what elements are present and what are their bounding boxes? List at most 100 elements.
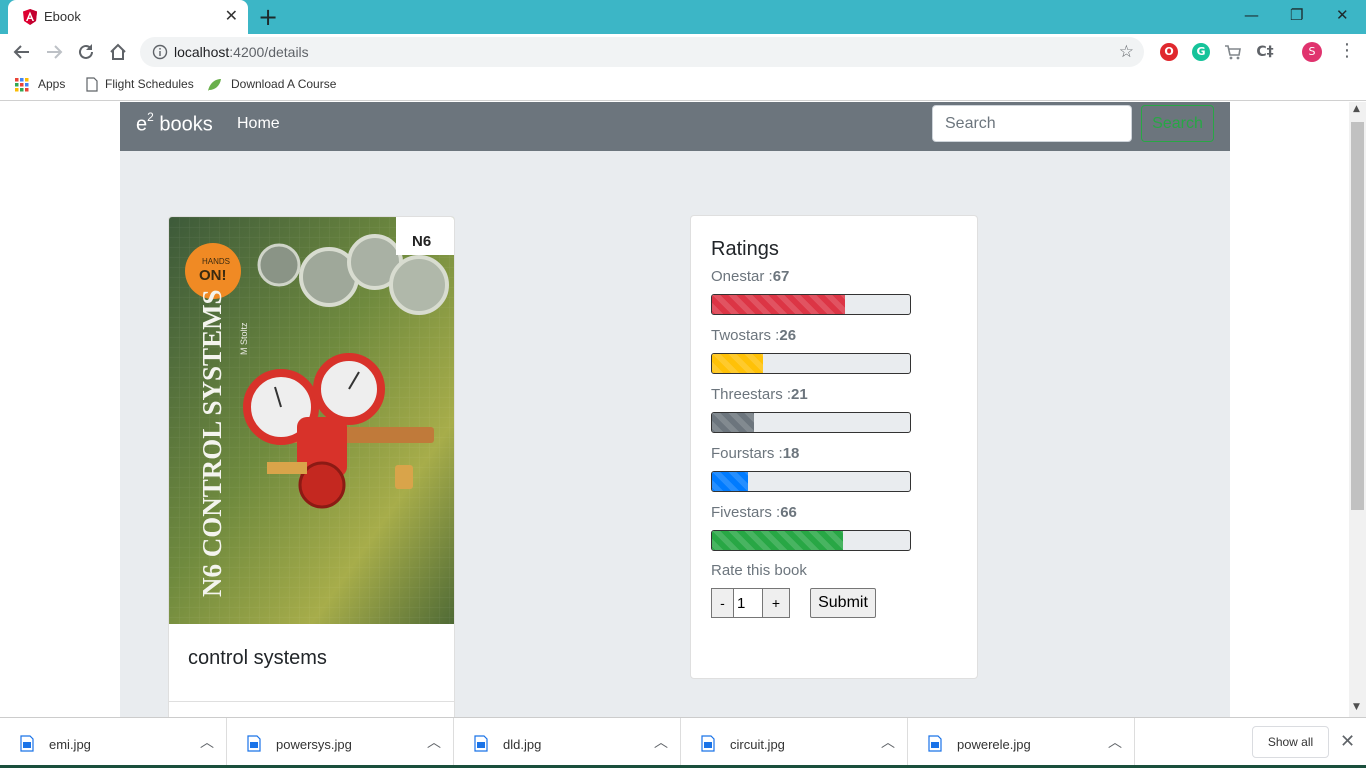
download-filename: circuit.jpg bbox=[730, 737, 785, 752]
bookmark-star-icon[interactable]: ☆ bbox=[1119, 42, 1134, 62]
tab-close-icon[interactable]: ✕ bbox=[225, 7, 238, 25]
scroll-up-arrow-icon[interactable]: ▲ bbox=[1353, 104, 1360, 114]
window-close-button[interactable]: ✕ bbox=[1336, 6, 1349, 24]
details-content: N6 HANDS ON! N6 CONTROL SYSTEMS M Stoltz… bbox=[120, 151, 1230, 717]
rating-row-fourstars: Fourstars :18 bbox=[711, 445, 911, 492]
opera-extension-icon[interactable]: O bbox=[1160, 43, 1178, 61]
brand-superscript: 2 bbox=[147, 110, 154, 124]
rating-name-fourstars: Fourstars : bbox=[711, 445, 783, 462]
chevron-up-icon[interactable]: ︿ bbox=[1108, 732, 1122, 752]
home-icon[interactable] bbox=[108, 42, 128, 62]
rating-input[interactable] bbox=[733, 588, 763, 618]
increment-button[interactable]: + bbox=[762, 588, 790, 618]
cover-author-text: M Stoltz bbox=[239, 322, 249, 355]
leaf-icon bbox=[208, 79, 221, 91]
book-cover-image: N6 HANDS ON! N6 CONTROL SYSTEMS M Stoltz bbox=[169, 217, 454, 624]
rating-value-threestars: 21 bbox=[791, 386, 808, 403]
minimize-button[interactable]: — bbox=[1244, 6, 1259, 24]
decrement-button[interactable]: - bbox=[711, 588, 734, 618]
download-item[interactable]: dld.jpg ︿ bbox=[454, 718, 681, 768]
image-file-icon bbox=[701, 735, 715, 752]
code-extension-icon[interactable]: C‡ bbox=[1256, 43, 1274, 61]
progress-fill-onestar bbox=[712, 295, 845, 314]
cover-badge-bottom: ON! bbox=[199, 267, 227, 284]
page-viewport: e2 books Home Search Search N6 HANDS ON!… bbox=[0, 102, 1349, 717]
brand-prefix: e bbox=[136, 113, 148, 136]
browser-titlebar: Ebook ✕ + — ❐ ✕ bbox=[0, 0, 1366, 34]
rating-value-onestar: 67 bbox=[772, 268, 790, 285]
page-scrollbar[interactable]: ▲ ▼ bbox=[1349, 102, 1366, 717]
profile-avatar[interactable]: S bbox=[1302, 42, 1322, 62]
download-item[interactable]: powerele.jpg ︿ bbox=[908, 718, 1135, 768]
brand-suffix: books bbox=[159, 113, 213, 136]
chevron-up-icon[interactable]: ︿ bbox=[427, 732, 441, 752]
tab-title: Ebook bbox=[44, 9, 81, 24]
restore-button[interactable]: ❐ bbox=[1290, 6, 1303, 24]
browser-tab[interactable]: Ebook ✕ bbox=[8, 0, 248, 34]
submit-button[interactable]: Submit bbox=[810, 588, 876, 618]
close-icon[interactable]: ✕ bbox=[1340, 731, 1355, 752]
reload-icon[interactable] bbox=[76, 42, 96, 62]
cart-extension-icon[interactable] bbox=[1224, 43, 1242, 61]
new-tab-button[interactable]: + bbox=[258, 4, 278, 30]
bookmark-flight-schedules[interactable]: Flight Schedules bbox=[105, 77, 194, 91]
book-card: N6 HANDS ON! N6 CONTROL SYSTEMS M Stoltz… bbox=[168, 216, 455, 717]
image-file-icon bbox=[474, 735, 488, 752]
cover-level-text: N6 bbox=[412, 233, 431, 250]
progress-bar-fivestars bbox=[711, 530, 911, 551]
rating-label-fourstars: Fourstars :18 bbox=[711, 445, 911, 465]
download-filename: powerele.jpg bbox=[957, 737, 1031, 752]
bookmarks-bar: Apps Flight Schedules Download A Course bbox=[0, 70, 1366, 101]
url-path: :4200/details bbox=[229, 44, 309, 60]
rating-label-threestars: Threestars :21 bbox=[711, 386, 911, 406]
rating-value-fourstars: 18 bbox=[782, 445, 800, 462]
back-arrow-icon[interactable] bbox=[12, 42, 32, 62]
info-icon[interactable] bbox=[152, 44, 168, 60]
ratings-title: Ratings bbox=[711, 238, 779, 260]
cover-badge-top: HANDS bbox=[202, 257, 230, 266]
rating-row-onestar: Onestar :67 bbox=[711, 268, 911, 315]
image-file-icon bbox=[928, 735, 942, 752]
chevron-up-icon[interactable]: ︿ bbox=[654, 732, 668, 752]
grammarly-extension-icon[interactable]: G bbox=[1192, 43, 1210, 61]
rating-row-threestars: Threestars :21 bbox=[711, 386, 911, 433]
rating-value-fivestars: 66 bbox=[780, 504, 797, 521]
progress-bar-threestars bbox=[711, 412, 911, 433]
chevron-up-icon[interactable]: ︿ bbox=[881, 732, 895, 752]
rating-label-fivestars: Fivestars :66 bbox=[711, 504, 911, 524]
rating-name-fivestars: Fivestars : bbox=[711, 504, 781, 521]
page-icon bbox=[86, 77, 98, 92]
progress-bar-fourstars bbox=[711, 471, 911, 492]
download-item[interactable]: circuit.jpg ︿ bbox=[681, 718, 908, 768]
download-item[interactable]: emi.jpg ︿ bbox=[0, 718, 227, 768]
bookmark-download-a-course[interactable]: Download A Course bbox=[231, 77, 336, 91]
download-shelf: emi.jpg ︿ powersys.jpg ︿ dld.jpg ︿ circu… bbox=[0, 717, 1366, 768]
rating-value-twostars: 26 bbox=[779, 327, 797, 344]
site-navbar: e2 books Home Search bbox=[120, 102, 1230, 151]
browser-menu-icon[interactable]: ⋮ bbox=[1338, 40, 1356, 61]
address-bar[interactable]: localhost:4200/details ☆ bbox=[140, 37, 1144, 67]
bookmark-apps[interactable]: Apps bbox=[38, 77, 65, 91]
search-button[interactable]: Search bbox=[1141, 105, 1214, 142]
download-filename: emi.jpg bbox=[49, 737, 91, 752]
chevron-up-icon[interactable]: ︿ bbox=[200, 732, 214, 752]
forward-arrow-icon[interactable] bbox=[44, 42, 64, 62]
progress-fill-fivestars bbox=[712, 531, 843, 550]
scroll-down-arrow-icon[interactable]: ▼ bbox=[1353, 702, 1360, 712]
card-divider bbox=[169, 701, 454, 702]
ratings-card: Ratings Onestar :67 Twostars :26 Threest… bbox=[690, 215, 978, 679]
scroll-thumb[interactable] bbox=[1351, 122, 1364, 510]
download-filename: powersys.jpg bbox=[276, 737, 352, 752]
download-item[interactable]: powersys.jpg ︿ bbox=[227, 718, 454, 768]
rating-name-twostars: Twostars : bbox=[711, 327, 780, 344]
search-input[interactable] bbox=[932, 105, 1132, 142]
show-all-button[interactable]: Show all bbox=[1252, 726, 1329, 758]
cover-title-text: N6 CONTROL SYSTEMS bbox=[197, 289, 227, 597]
brand-logo[interactable]: e2 books bbox=[136, 110, 213, 137]
rate-this-book-label: Rate this book bbox=[711, 562, 807, 579]
url-text[interactable]: localhost:4200/details bbox=[174, 44, 309, 60]
rating-row-fivestars: Fivestars :66 bbox=[711, 504, 911, 551]
apps-grid-icon[interactable] bbox=[15, 78, 29, 92]
rating-row-twostars: Twostars :26 bbox=[711, 327, 911, 374]
nav-home-link[interactable]: Home bbox=[237, 115, 280, 133]
